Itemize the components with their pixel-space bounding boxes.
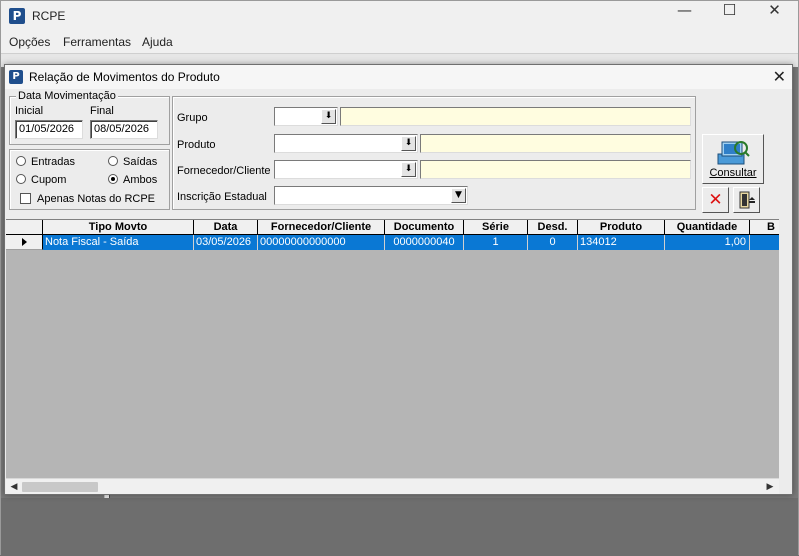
fornecedor-description-field[interactable]	[420, 160, 691, 179]
col-produto[interactable]: Produto	[578, 220, 665, 235]
grupo-description-field[interactable]	[340, 107, 691, 126]
apenas-notas-checkbox[interactable]: Apenas Notas do RCPE	[20, 193, 155, 205]
cell-documento[interactable]: 0000000040	[385, 235, 464, 250]
minimize-button[interactable]: —	[662, 1, 707, 32]
inscricao-select[interactable]: ▼	[274, 186, 468, 205]
app-title: RCPE	[32, 9, 66, 23]
radio-cupom[interactable]: Cupom	[16, 174, 66, 186]
fornecedor-dropdown-icon[interactable]: ⬇	[401, 162, 416, 177]
consultar-button[interactable]: Consultar	[702, 134, 764, 184]
date-group-legend: Data Movimentação	[16, 90, 118, 102]
inicial-label: Inicial	[15, 105, 44, 117]
close-window-button[interactable]: ✕	[752, 1, 797, 32]
scroll-left-icon[interactable]: ◀	[8, 481, 20, 493]
row-pointer-icon	[22, 238, 27, 246]
cell-desd[interactable]: 0	[528, 235, 578, 250]
exit-button[interactable]	[733, 187, 760, 213]
cell-quantidade[interactable]: 1,00	[665, 235, 750, 250]
col-quantidade[interactable]: Quantidade	[665, 220, 750, 235]
scroll-right-icon[interactable]: ▶	[764, 481, 776, 493]
produto-dropdown-icon[interactable]: ⬇	[401, 136, 416, 151]
radio-entradas[interactable]: Entradas	[16, 156, 75, 168]
app-logo-icon: P	[9, 8, 25, 24]
results-grid[interactable]: Tipo Movto Data Fornecedor/Cliente Docum…	[6, 219, 779, 478]
inscricao-label: Inscrição Estadual	[177, 191, 267, 203]
radio-cupom-label: Cupom	[31, 174, 67, 186]
filters-group: Grupo ⬇ Produto ⬇ Fornecedor/Cliente ⬇ I…	[172, 96, 696, 210]
computer-search-icon	[717, 141, 750, 165]
col-documento[interactable]: Documento	[385, 220, 464, 235]
grid-indicator-header	[6, 220, 43, 235]
cancel-x-icon: ✕	[708, 190, 723, 210]
col-tipo-movto[interactable]: Tipo Movto	[43, 220, 194, 235]
radio-ambos-dot	[108, 174, 118, 184]
menu-ferramentas[interactable]: Ferramentas	[63, 35, 131, 49]
dialog-title-bar: P Relação de Movimentos do Produto ✕	[5, 65, 792, 89]
menu-ajuda[interactable]: Ajuda	[142, 35, 173, 49]
radio-entradas-dot	[16, 156, 26, 166]
fornecedor-code-dropdown[interactable]: ⬇	[274, 160, 418, 179]
radio-entradas-label: Entradas	[31, 156, 76, 168]
clear-button[interactable]: ✕	[702, 187, 729, 213]
radio-saidas[interactable]: Saídas	[108, 156, 157, 168]
final-label: Final	[90, 105, 114, 117]
produto-code-dropdown[interactable]: ⬇	[274, 134, 418, 153]
radio-ambos[interactable]: Ambos	[108, 174, 157, 186]
dialog-close-button[interactable]: ✕	[773, 67, 786, 86]
dialog-logo-icon: P	[9, 70, 23, 84]
horizontal-scrollbar[interactable]: ◀ ▶	[6, 478, 779, 494]
scroll-thumb[interactable]	[22, 482, 98, 492]
fornecedor-label: Fornecedor/Cliente	[177, 165, 271, 177]
cell-tipo-movto[interactable]: Nota Fiscal - Saída	[43, 235, 194, 250]
grupo-label: Grupo	[177, 112, 208, 124]
radio-saidas-dot	[108, 156, 118, 166]
grid-header: Tipo Movto Data Fornecedor/Cliente Docum…	[6, 220, 779, 235]
table-row[interactable]: Nota Fiscal - Saída 03/05/2026 000000000…	[6, 235, 779, 250]
movimentos-dialog: P Relação de Movimentos do Produto ✕ Dat…	[4, 64, 793, 495]
col-data[interactable]: Data	[194, 220, 258, 235]
row-indicator	[6, 235, 43, 250]
cell-fornecedor[interactable]: 00000000000000	[258, 235, 385, 250]
cell-data[interactable]: 03/05/2026	[194, 235, 258, 250]
apenas-notas-label: Apenas Notas do RCPE	[37, 193, 156, 205]
consultar-label: Consultar	[709, 167, 757, 179]
cell-serie[interactable]: 1	[464, 235, 528, 250]
radio-cupom-dot	[16, 174, 26, 184]
radio-ambos-label: Ambos	[123, 174, 158, 186]
grupo-dropdown-icon[interactable]: ⬇	[321, 109, 336, 124]
cell-produto[interactable]: 134012	[578, 235, 665, 250]
grupo-code-dropdown[interactable]: ⬇	[274, 107, 338, 126]
final-date-input[interactable]: 08/05/2026	[90, 120, 158, 139]
col-b[interactable]: B	[750, 220, 779, 235]
date-range-group: Data Movimentação Inicial 01/05/2026 Fin…	[9, 90, 170, 145]
radio-saidas-label: Saídas	[123, 156, 158, 168]
col-serie[interactable]: Série	[464, 220, 528, 235]
col-fornecedor[interactable]: Fornecedor/Cliente	[258, 220, 385, 235]
movement-type-group: Entradas Saídas Cupom Ambos Apenas Notas…	[9, 149, 170, 210]
produto-label: Produto	[177, 139, 216, 151]
col-desd[interactable]: Desd.	[528, 220, 578, 235]
mdi-bottom-area	[1, 498, 798, 556]
menu-opcoes[interactable]: Opções	[9, 35, 50, 49]
cell-b[interactable]	[750, 235, 779, 250]
produto-description-field[interactable]	[420, 134, 691, 153]
dialog-title: Relação de Movimentos do Produto	[29, 70, 220, 84]
title-bar: P RCPE — ☐ ✕	[1, 1, 798, 32]
apenas-notas-box	[20, 193, 31, 204]
maximize-button[interactable]: ☐	[707, 1, 752, 32]
inicial-date-input[interactable]: 01/05/2026	[15, 120, 83, 139]
exit-door-icon	[739, 191, 755, 209]
inscricao-chevron-down-icon[interactable]: ▼	[451, 188, 466, 203]
menu-bar: Opções Ferramentas Ajuda	[1, 32, 798, 53]
